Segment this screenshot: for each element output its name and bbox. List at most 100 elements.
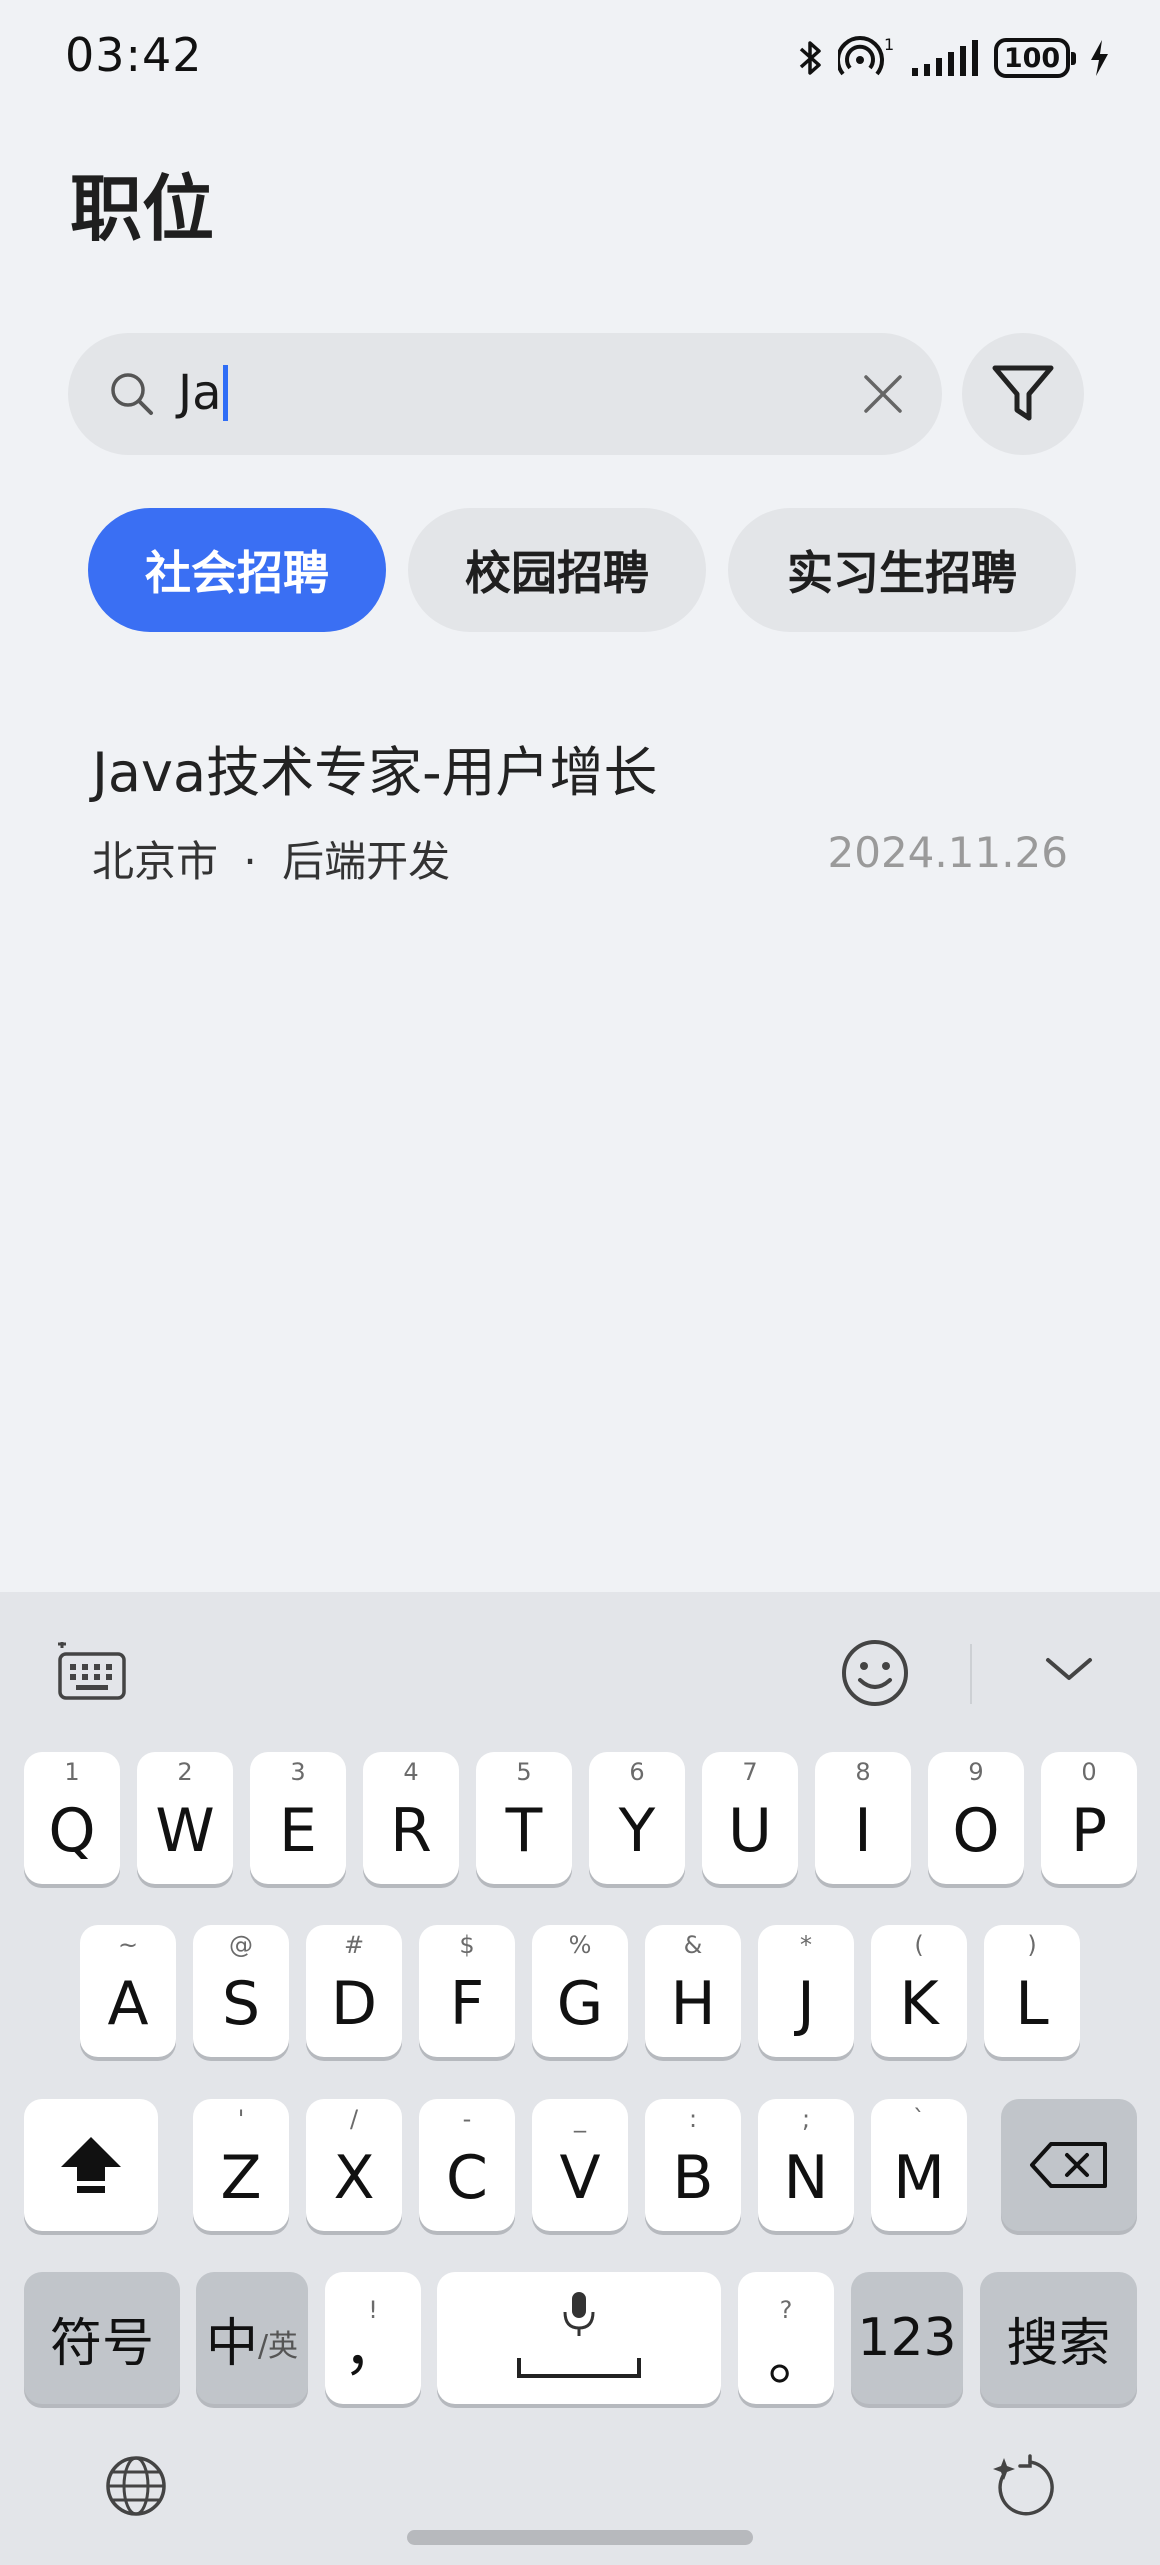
key-a-secondary: ~ (117, 1931, 139, 1959)
key-y[interactable]: 6Y (589, 1752, 685, 1884)
key-s[interactable]: @ S (193, 1925, 289, 2057)
key-m-label: M (893, 2143, 945, 2213)
backspace-key[interactable] (1001, 2099, 1137, 2231)
key-b-secondary: : (688, 2105, 698, 2133)
key-t-label: T (505, 1796, 543, 1866)
space-key[interactable] (437, 2272, 721, 2404)
globe-icon[interactable] (104, 2454, 168, 2518)
keyboard: 1Q2W3E4R5T6Y7U8I9O0P ~ A @ S # D $ F% G & H * J(K) L … (0, 1592, 1160, 2565)
key-f[interactable]: $ F (419, 1925, 515, 2057)
key-u-label: U (728, 1796, 772, 1866)
key-l-secondary: ) (1027, 1931, 1037, 1959)
key-n[interactable]: ; N (758, 2099, 854, 2231)
key-z-label: Z (220, 2143, 262, 2213)
tab-intern-recruitment[interactable]: 实习生招聘 (728, 508, 1076, 632)
key-i-secondary: 8 (855, 1758, 871, 1786)
key-a[interactable]: ~ A (80, 1925, 176, 2057)
key-e-secondary: 3 (290, 1758, 306, 1786)
tab-social-recruitment[interactable]: 社会招聘 (88, 508, 386, 632)
ai-assist-icon[interactable] (990, 2452, 1056, 2518)
numbers-key[interactable]: 123 (851, 2272, 963, 2404)
key-g-label: G (556, 1969, 604, 2039)
key-t[interactable]: 5T (476, 1752, 572, 1884)
key-j-label: J (797, 1969, 815, 2039)
shift-icon (61, 2137, 121, 2193)
key-h-label: H (670, 1969, 716, 2039)
key-o-label: O (952, 1796, 1000, 1866)
key-o[interactable]: 9O (928, 1752, 1024, 1884)
period-key[interactable]: ?。 (738, 2272, 834, 2404)
language-switch-key[interactable]: 中/英 (196, 2272, 308, 2404)
job-meta: 北京市 · 后端开发 (92, 828, 450, 889)
key-j[interactable]: * J (758, 1925, 854, 2057)
language-alt-label: /英 (257, 2329, 299, 2364)
signal-icon (912, 40, 978, 76)
chevron-down-icon[interactable] (1044, 1654, 1094, 1684)
key-b[interactable]: :B (645, 2099, 741, 2231)
job-list-item[interactable]: Java技术专家-用户增长 北京市 · 后端开发 2024.11.26 (92, 718, 1068, 898)
key-r-secondary: 4 (403, 1758, 419, 1786)
key-d-label: D (330, 1969, 378, 2039)
key-y-secondary: 6 (629, 1758, 645, 1786)
key-g[interactable]: % G (532, 1925, 628, 2057)
key-u[interactable]: 7U (702, 1752, 798, 1884)
key-g-secondary: % (568, 1931, 592, 1959)
key-k[interactable]: (K (871, 1925, 967, 2057)
toolbar-divider (970, 1644, 972, 1704)
svg-text:1: 1 (884, 36, 894, 54)
key-i[interactable]: 8I (815, 1752, 911, 1884)
key-b-label: B (672, 2143, 714, 2213)
job-title: Java技术专家-用户增长 (92, 741, 658, 804)
search-key[interactable]: 搜索 (980, 2272, 1137, 2404)
key-c-secondary: - (462, 2105, 472, 2133)
search-field-text[interactable]: Ja (178, 363, 228, 423)
key-q-secondary: 1 (64, 1758, 80, 1786)
key-o-secondary: 9 (968, 1758, 984, 1786)
recruitment-tabs: 社会招聘 校园招聘 实习生招聘 (88, 508, 1076, 632)
space-bar-icon (517, 2358, 641, 2378)
key-e[interactable]: 3E (250, 1752, 346, 1884)
key-p[interactable]: 0P (1041, 1752, 1137, 1884)
shift-key[interactable] (24, 2099, 158, 2231)
key-m[interactable]: ` M (871, 2099, 967, 2231)
key-d[interactable]: # D (306, 1925, 402, 2057)
filter-button[interactable] (962, 333, 1084, 455)
key-r[interactable]: 4R (363, 1752, 459, 1884)
hotspot-icon: 1 (838, 36, 894, 76)
comma-key[interactable]: !， (325, 2272, 421, 2404)
status-time: 03:42 (65, 28, 203, 82)
key-l[interactable]: ) L (984, 1925, 1080, 2057)
job-date: 2024.11.26 (827, 828, 1068, 877)
key-r-label: R (390, 1796, 432, 1866)
key-v[interactable]: _ V (532, 2099, 628, 2231)
key-t-secondary: 5 (516, 1758, 532, 1786)
key-w[interactable]: 2W (137, 1752, 233, 1884)
symbols-key[interactable]: 符号 (24, 2272, 180, 2404)
key-x[interactable]: / X (306, 2099, 402, 2231)
key-z[interactable]: ' Z (193, 2099, 289, 2231)
search-input[interactable]: Ja (68, 333, 942, 455)
key-v-secondary: _ (574, 2105, 586, 2133)
emoji-icon[interactable] (840, 1638, 910, 1708)
key-h[interactable]: & H (645, 1925, 741, 2057)
key-c[interactable]: -C (419, 2099, 515, 2231)
job-location: 北京市 (92, 837, 219, 886)
job-category: 后端开发 (282, 837, 451, 886)
search-value: Ja (178, 365, 222, 421)
filter-icon (992, 365, 1054, 421)
symbols-key-label: 符号 (49, 2313, 154, 2374)
keyboard-settings-icon[interactable] (56, 1642, 128, 1702)
key-m-secondary: ` (913, 2105, 925, 2133)
key-x-label: X (333, 2143, 375, 2213)
key-f-label: F (449, 1969, 485, 2039)
language-main-label: 中 (205, 2313, 258, 2374)
comma-key-sup: ! (368, 2296, 378, 2324)
text-cursor (222, 365, 228, 421)
key-q[interactable]: 1Q (24, 1752, 120, 1884)
clear-icon[interactable] (862, 373, 904, 415)
key-k-secondary: ( (914, 1931, 924, 1959)
tab-campus-recruitment[interactable]: 校园招聘 (408, 508, 706, 632)
key-y-label: Y (618, 1796, 656, 1866)
status-icons: 1 100 (798, 30, 1110, 86)
key-w-label: W (155, 1796, 215, 1866)
